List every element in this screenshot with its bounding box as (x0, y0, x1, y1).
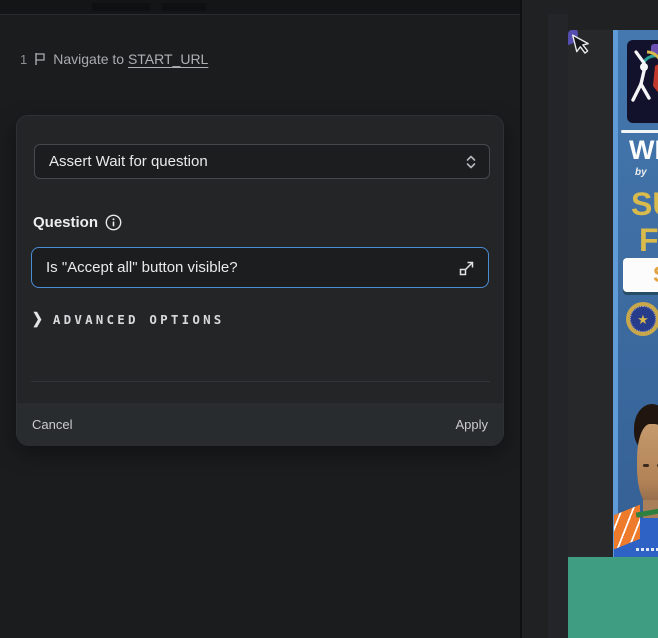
dialog-divider (31, 381, 490, 382)
bcci-emblem-inner: ★ (630, 306, 656, 332)
question-input-value: Is "Accept all" button visible? (46, 259, 458, 276)
top-bar-tab-hint (162, 3, 206, 11)
apply-button[interactable]: Apply (455, 417, 488, 432)
tournament-logo (627, 40, 658, 123)
ad-headline: WI (629, 135, 658, 166)
preview-panel-strip (548, 14, 568, 638)
step-number: 1 (20, 52, 27, 67)
start-url-link[interactable]: START_URL (128, 51, 208, 67)
info-icon[interactable] (105, 214, 122, 231)
star-icon: ★ (637, 313, 649, 326)
ad-cta-button: S (623, 258, 658, 292)
advanced-options-label: ADVANCED OPTIONS (53, 312, 225, 327)
cancel-button[interactable]: Cancel (32, 417, 72, 432)
ad-byline: by (635, 167, 647, 178)
edit-step-dialog: Assert Wait for question Question Is "Ac… (16, 115, 504, 445)
browser-preview-viewport[interactable]: WI by SU F S ★ (568, 30, 658, 638)
bcci-emblem: ★ (626, 302, 658, 336)
ad-cta-label: S (623, 262, 658, 288)
ad-promo-line2: F (639, 222, 658, 259)
player-eye (643, 464, 649, 467)
step-action-label: Navigate to START_URL (53, 51, 208, 67)
advanced-options-toggle[interactable]: ❯ ADVANCED OPTIONS (32, 311, 225, 327)
cricket-ad: WI by SU F S ★ (613, 30, 658, 557)
chevron-right-icon: ❯ (32, 310, 43, 328)
panel-separator (520, 0, 522, 638)
cursor-icon (570, 32, 594, 58)
action-type-select[interactable]: Assert Wait for question (34, 144, 490, 179)
ad-promo-line1: SU (631, 186, 658, 223)
test-step-row[interactable]: 1 Navigate to START_URL (20, 49, 208, 69)
question-label: Question (33, 214, 98, 231)
question-input[interactable]: Is "Accept all" button visible? (31, 247, 489, 288)
question-label-row: Question (33, 214, 122, 231)
expand-icon[interactable] (458, 259, 476, 277)
action-type-value: Assert Wait for question (49, 153, 465, 170)
top-bar-tab-hint (92, 3, 150, 11)
dialog-footer: Cancel Apply (17, 403, 503, 446)
player-jersey-sponsor-text (636, 548, 658, 551)
flag-icon (34, 52, 46, 66)
player-photo (618, 360, 658, 557)
select-chevrons-icon (465, 154, 477, 170)
ad-divider (621, 130, 658, 133)
cookie-banner-region (568, 557, 658, 638)
